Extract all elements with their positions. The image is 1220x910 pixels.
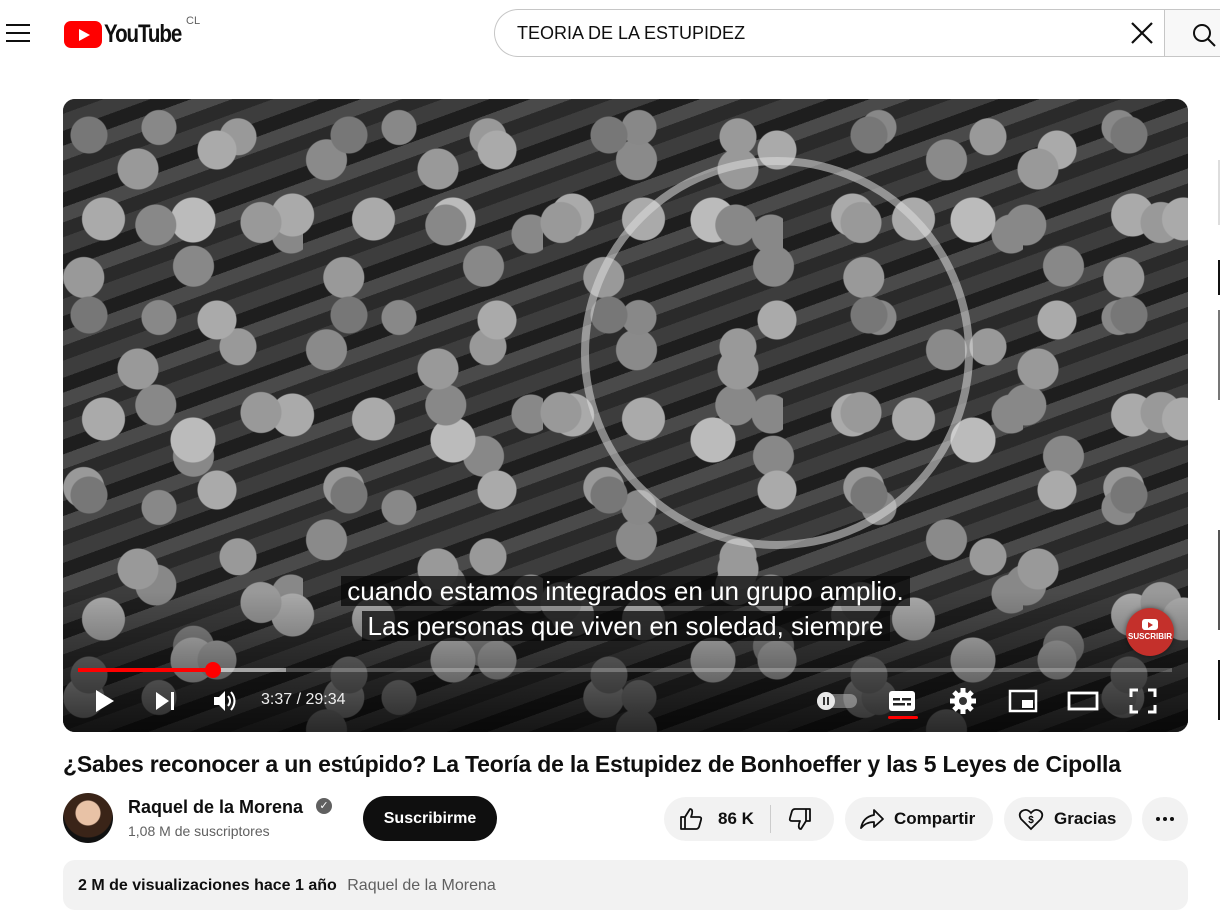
settings-icon[interactable] <box>947 685 979 717</box>
caption-line-1: cuando estamos integrados en un grupo am… <box>63 574 1188 609</box>
subscriber-count: 1,08 M de suscriptores <box>128 823 270 839</box>
avatar[interactable] <box>63 793 113 843</box>
progress-bar[interactable] <box>78 662 1172 678</box>
thanks-button[interactable]: $ Gracias <box>1004 797 1132 841</box>
caption-line-2: Las personas que viven en soledad, siemp… <box>63 609 1188 644</box>
thanks-icon: $ <box>1018 808 1044 831</box>
share-label: Compartir <box>894 809 976 828</box>
svg-text:$: $ <box>1028 815 1034 826</box>
youtube-logo[interactable]: YouTube <box>64 20 198 48</box>
scrubber-handle[interactable] <box>204 662 221 678</box>
view-count: 2 M de visualizaciones <box>78 877 250 894</box>
highlight-circle <box>581 157 973 549</box>
logo-text: YouTube <box>104 19 182 48</box>
thanks-label: Gracias <box>1054 809 1117 828</box>
upload-age: hace 1 año <box>254 877 337 894</box>
search-icon <box>1193 24 1216 47</box>
captions-active-indicator <box>888 716 918 719</box>
share-icon <box>860 809 884 829</box>
video-title: ¿Sabes reconocer a un estúpido? La Teorí… <box>63 751 1121 777</box>
search-box[interactable] <box>494 9 1165 57</box>
volume-icon[interactable] <box>211 685 239 717</box>
play-icon[interactable] <box>93 685 117 717</box>
like-count: 86 K <box>718 809 754 828</box>
search-input[interactable] <box>515 22 1109 45</box>
search-button[interactable] <box>1164 9 1220 57</box>
like-button[interactable]: 86 K <box>664 797 770 841</box>
description-channel-tag[interactable]: Raquel de la Morena <box>347 877 496 894</box>
like-icon <box>680 808 703 830</box>
like-dislike-group: 86 K <box>664 797 834 841</box>
youtube-logo-icon <box>64 20 102 48</box>
theater-icon[interactable] <box>1066 685 1100 717</box>
miniplayer-icon[interactable] <box>1007 685 1039 717</box>
youtube-logo-icon <box>1142 619 1158 630</box>
share-button[interactable]: Compartir <box>845 797 993 841</box>
description-meta: 2 M de visualizaciones hace 1 año Raquel… <box>78 877 496 895</box>
sidebar-edge <box>1218 160 1220 720</box>
captions-icon[interactable] <box>886 685 918 717</box>
subscribe-watermark[interactable]: SUSCRIBIR <box>1126 608 1174 656</box>
autoplay-toggle-icon[interactable] <box>815 685 859 717</box>
time-display: 3:37 / 29:34 <box>261 691 346 708</box>
verified-icon: ✓ <box>316 798 332 814</box>
dislike-icon <box>788 808 811 830</box>
menu-icon[interactable] <box>6 24 32 44</box>
next-icon[interactable] <box>153 685 177 717</box>
played-bar <box>78 668 213 672</box>
more-icon[interactable] <box>1142 797 1188 841</box>
subscribe-button[interactable]: Suscribirme <box>363 796 497 841</box>
dislike-button[interactable] <box>771 797 813 841</box>
channel-name[interactable]: Raquel de la Morena <box>128 797 303 818</box>
close-icon[interactable] <box>1128 19 1156 47</box>
video-player[interactable]: cuando estamos integrados en un grupo am… <box>63 99 1188 732</box>
country-code: CL <box>186 15 201 27</box>
fullscreen-icon[interactable] <box>1127 685 1159 717</box>
